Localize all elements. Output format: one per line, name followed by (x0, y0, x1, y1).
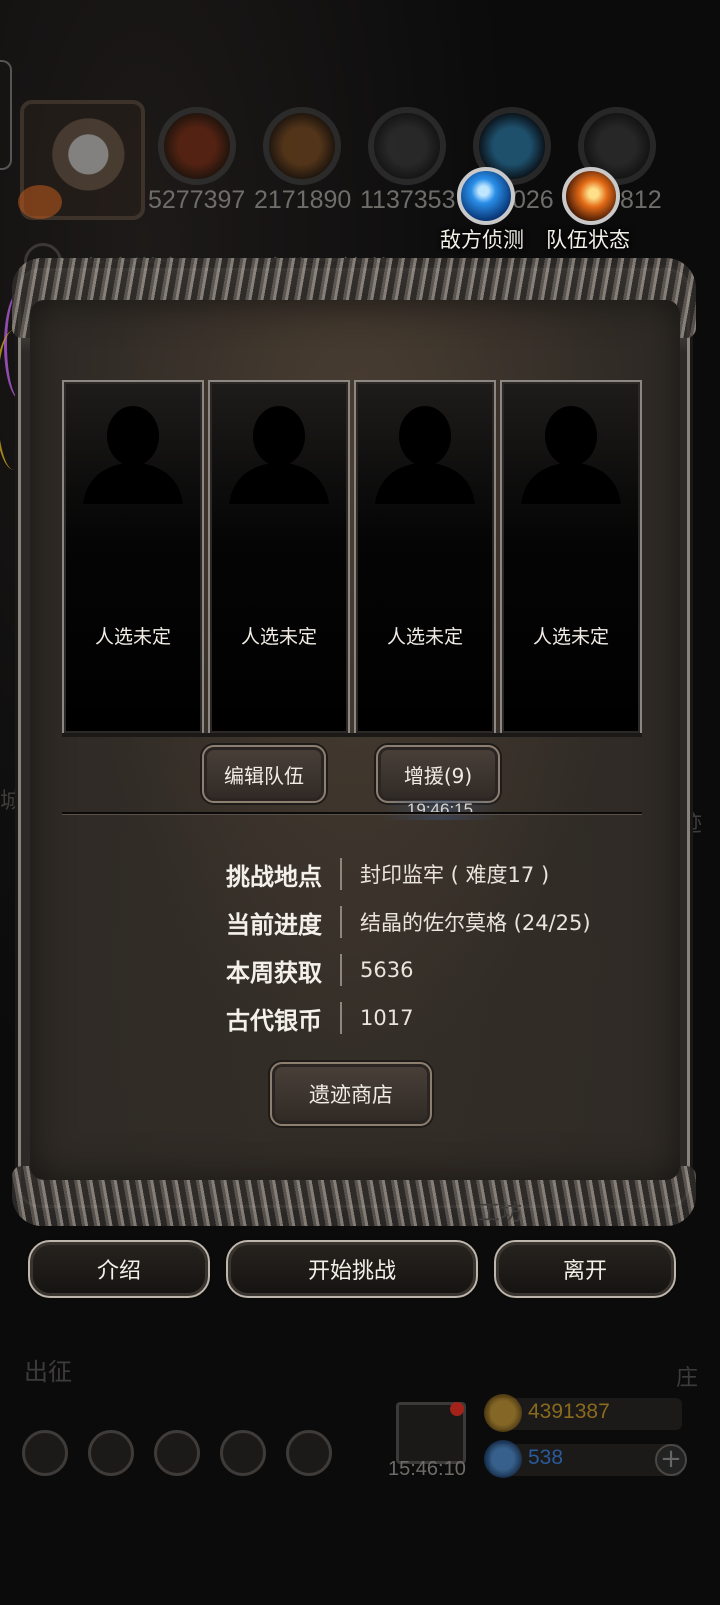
slot-label: 人选未定 (240, 626, 317, 648)
info-row: 本周获取 5636 (190, 946, 591, 994)
silhouette-icon (83, 406, 183, 504)
leave-button[interactable]: 离开 (494, 1240, 676, 1298)
bg-manor-label: 庄 (676, 1366, 699, 1391)
resource-value: 5277397 (148, 186, 246, 214)
gem-value: 538 (528, 1446, 564, 1469)
team-status-button[interactable] (562, 167, 620, 225)
silhouette-icon (521, 406, 621, 504)
reinforce-button[interactable]: 增援(9) (376, 745, 500, 803)
info-value: 结晶的佐尔莫格 (24/25) (360, 911, 591, 935)
wood-resource-icon (263, 107, 341, 185)
slot-label: 人选未定 (94, 626, 171, 648)
enemy-scout-label: 敌方侦测 (440, 228, 524, 252)
side-tab-edge[interactable] (0, 60, 12, 170)
edit-team-button[interactable]: 编辑队伍 (202, 745, 326, 803)
info-value: 5636 (360, 958, 414, 982)
add-gem-button[interactable]: + (655, 1444, 687, 1476)
team-slot[interactable]: 人选未定 (208, 380, 350, 735)
team-slot[interactable]: 人选未定 (500, 380, 642, 735)
info-row: 古代银币 1017 (190, 994, 591, 1042)
meat-resource-icon (158, 107, 236, 185)
silhouette-icon (229, 406, 329, 504)
silhouette-icon (375, 406, 475, 504)
resource-value: 1137353 (360, 186, 456, 214)
bg-march-label: 出征 (24, 1358, 72, 1386)
gem-icon (484, 1440, 522, 1478)
team-status-label: 队伍状态 (546, 228, 630, 252)
start-challenge-button[interactable]: 开始挑战 (226, 1240, 478, 1298)
info-value: 1017 (360, 1006, 414, 1030)
slot-label: 人选未定 (386, 626, 463, 648)
team-slot[interactable]: 人选未定 (62, 380, 204, 735)
slot-strip (62, 733, 642, 737)
challenge-info: 挑战地点 封印监牢 ( 难度17 ) 当前进度 结晶的佐尔莫格 (24/25) … (190, 850, 591, 1042)
intro-button[interactable]: 介绍 (28, 1240, 210, 1298)
info-row: 当前进度 结晶的佐尔莫格 (24/25) (190, 898, 591, 946)
info-key: 挑战地点 (226, 862, 322, 891)
reinforce-timer: 19:46:15 (380, 800, 500, 820)
menu-icon[interactable] (286, 1430, 332, 1476)
info-key: 当前进度 (226, 910, 322, 939)
divider (62, 812, 642, 814)
notification-dot (450, 1402, 464, 1416)
pumpkin-icon (18, 185, 62, 219)
resource-value: 2171890 (254, 186, 352, 214)
team-slots: 人选未定 人选未定 人选未定 人选未定 (62, 380, 642, 735)
menu-icon[interactable] (220, 1430, 266, 1476)
slot-label: 人选未定 (532, 626, 609, 648)
team-slot[interactable]: 人选未定 (354, 380, 496, 735)
menu-icon[interactable] (88, 1430, 134, 1476)
info-key: 本周获取 (226, 958, 322, 987)
relic-shop-button[interactable]: 遗迹商店 (270, 1062, 432, 1126)
info-row: 挑战地点 封印监牢 ( 难度17 ) (190, 850, 591, 898)
gold-value: 4391387 (528, 1400, 610, 1423)
menu-icon[interactable] (154, 1430, 200, 1476)
gift-timer: 15:46:10 (388, 1458, 466, 1480)
enemy-scout-button[interactable] (457, 167, 515, 225)
info-key: 古代银币 (226, 1006, 322, 1035)
stone-resource-icon (368, 107, 446, 185)
resource-value: 812 (620, 186, 662, 214)
info-value: 封印监牢 ( 难度17 ) (360, 863, 550, 887)
resource-value: 026 (512, 186, 554, 214)
bg-workshop-label: 工坊 (478, 1201, 523, 1226)
menu-icon[interactable] (22, 1430, 68, 1476)
gold-icon (484, 1394, 522, 1432)
